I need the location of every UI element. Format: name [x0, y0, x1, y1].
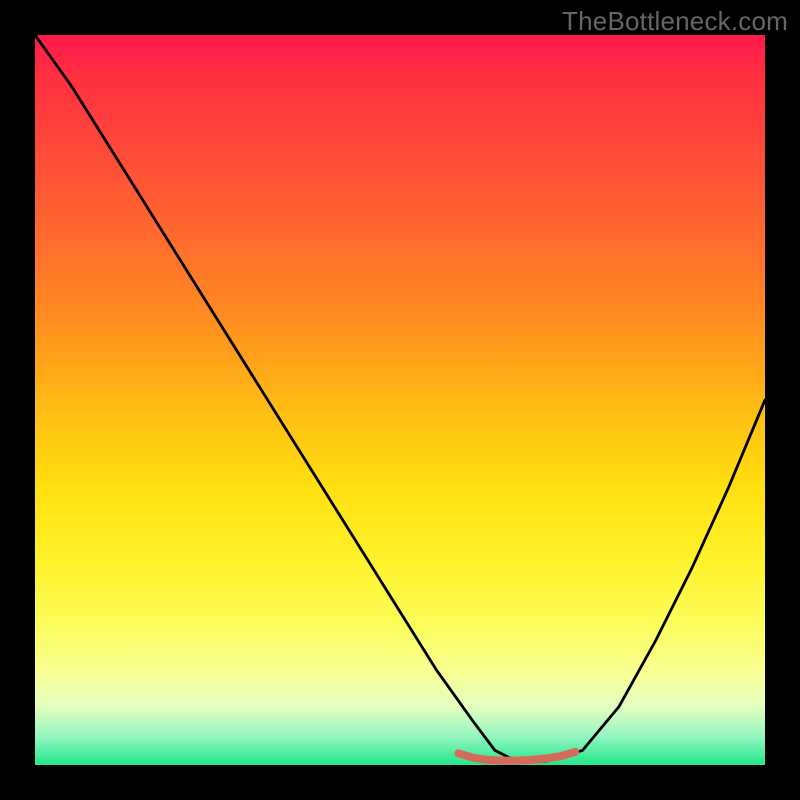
sweet-spot-marker — [458, 752, 575, 761]
chart-svg — [35, 35, 765, 765]
watermark-text: TheBottleneck.com — [562, 6, 788, 37]
plot-area — [35, 35, 765, 765]
bottleneck-curve — [35, 35, 765, 761]
chart-frame: TheBottleneck.com — [0, 0, 800, 800]
